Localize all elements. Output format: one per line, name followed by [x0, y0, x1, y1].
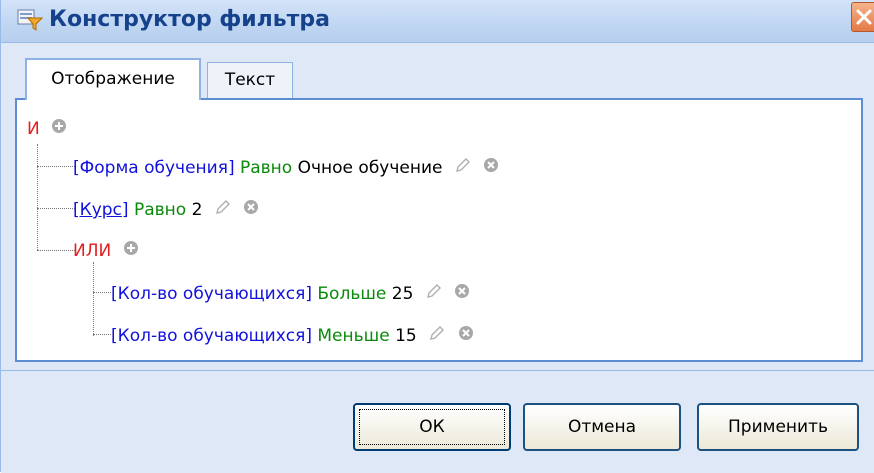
condition-row: [Кол-во обучающихся] Больше 25	[111, 282, 470, 306]
tab-text[interactable]: Текст	[207, 62, 293, 98]
remove-icon[interactable]	[483, 157, 499, 179]
condition-operator[interactable]: Больше	[317, 284, 386, 304]
tree-connector	[37, 144, 38, 250]
condition-field[interactable]: [Кол-во обучающихся]	[111, 284, 312, 304]
tab-display[interactable]: Отображение	[25, 58, 201, 100]
condition-row: [Форма обучения] Равно Очное обучение	[73, 156, 499, 180]
condition-field[interactable]: [Форма обучения]	[73, 158, 235, 178]
edit-pencil-icon[interactable]	[428, 324, 446, 348]
condition-row: [Курс] Равно 2	[73, 198, 259, 222]
edit-pencil-icon[interactable]	[214, 198, 232, 222]
tree-connector	[37, 208, 75, 209]
close-button[interactable]	[851, 2, 874, 32]
filter-tree: И [Форма обучения] Равно Очное обучение	[17, 100, 861, 360]
tree-connector	[37, 166, 75, 167]
tree-connector	[37, 250, 75, 251]
root-group-node: И	[27, 118, 67, 140]
tree-connector	[93, 292, 111, 293]
condition-value[interactable]: 2	[192, 200, 203, 220]
edit-pencil-icon[interactable]	[454, 156, 472, 180]
filter-builder-icon	[17, 9, 44, 31]
condition-field[interactable]: [Курс]	[73, 200, 129, 220]
filter-tree-panel: И [Форма обучения] Равно Очное обучение	[15, 98, 863, 362]
add-icon[interactable]	[123, 240, 139, 262]
edit-pencil-icon[interactable]	[425, 282, 443, 306]
title-bar: Конструктор фильтра	[1, 0, 874, 43]
condition-value[interactable]: 15	[395, 326, 417, 346]
condition-row: [Кол-во обучающихся] Меньше 15	[111, 324, 474, 348]
condition-value[interactable]: Очное обучение	[298, 158, 443, 178]
remove-icon[interactable]	[458, 325, 474, 347]
or-group-node: ИЛИ	[73, 240, 139, 262]
condition-operator[interactable]: Меньше	[317, 326, 389, 346]
group-operator[interactable]: ИЛИ	[73, 241, 111, 261]
condition-value[interactable]: 25	[392, 284, 414, 304]
filter-builder-window: Конструктор фильтра Отображение Текст И	[0, 0, 874, 473]
tree-connector	[93, 262, 94, 336]
condition-operator[interactable]: Равно	[240, 158, 292, 178]
remove-icon[interactable]	[454, 283, 470, 305]
cancel-button[interactable]: Отмена	[523, 403, 681, 451]
apply-button[interactable]: Применить	[697, 403, 859, 451]
tab-strip: Отображение Текст	[15, 58, 874, 100]
tree-connector	[93, 334, 111, 335]
window-title: Конструктор фильтра	[49, 7, 330, 32]
condition-field[interactable]: [Кол-во обучающихся]	[111, 326, 312, 346]
ok-button[interactable]: ОК	[353, 403, 511, 451]
remove-icon[interactable]	[243, 199, 259, 221]
condition-operator[interactable]: Равно	[134, 200, 186, 220]
dialog-footer: ОК Отмена Применить	[1, 370, 874, 473]
add-icon[interactable]	[51, 118, 67, 140]
root-operator[interactable]: И	[27, 119, 40, 139]
close-icon	[856, 9, 872, 25]
